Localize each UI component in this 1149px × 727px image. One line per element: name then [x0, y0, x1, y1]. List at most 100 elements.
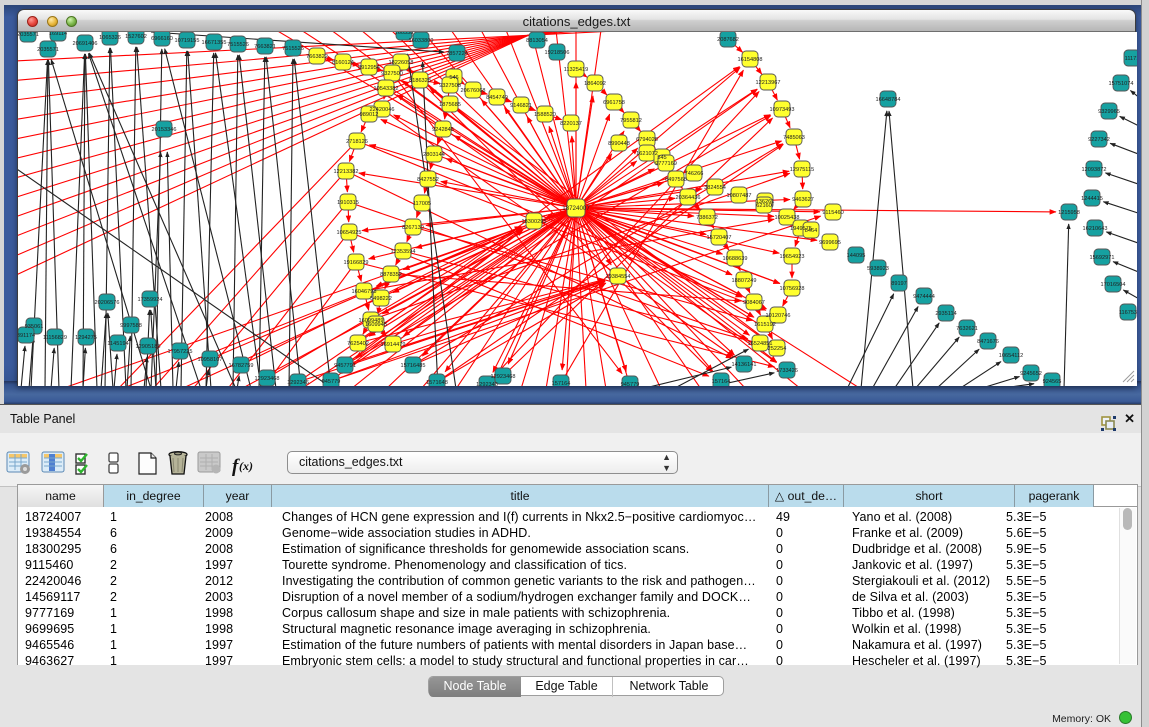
svg-text:9327500: 9327500: [381, 71, 403, 77]
svg-text:18724007: 18724007: [562, 205, 590, 212]
svg-text:18807249: 18807249: [732, 278, 757, 284]
svg-text:10120746: 10120746: [766, 313, 791, 319]
svg-text:1615192: 1615192: [754, 322, 776, 328]
svg-text:1588520: 1588520: [534, 112, 556, 118]
svg-text:9245652: 9245652: [1020, 371, 1042, 377]
svg-text:989012: 989012: [360, 112, 379, 118]
svg-text:7632621: 7632621: [956, 326, 978, 332]
svg-text:1733426: 1733426: [776, 368, 798, 374]
svg-text:19384554: 19384554: [606, 274, 631, 280]
svg-text:157164: 157164: [712, 379, 731, 385]
svg-text:16210643: 16210643: [1083, 226, 1108, 232]
svg-text:10807487: 10807487: [727, 193, 752, 199]
svg-text:17359924: 17359924: [138, 297, 163, 303]
svg-text:20364436: 20364436: [676, 195, 701, 201]
svg-text:6497568: 6497568: [665, 177, 687, 183]
svg-text:15720407: 15720407: [707, 235, 732, 241]
svg-text:169114: 169114: [49, 32, 67, 37]
svg-text:6966160: 6966160: [151, 36, 173, 42]
svg-text:19218506: 19218506: [545, 50, 570, 56]
svg-text:9227342: 9227342: [1088, 137, 1110, 143]
svg-text:18226058: 18226058: [389, 60, 414, 66]
svg-text:10973493: 10973493: [770, 107, 795, 113]
svg-text:16648784: 16648784: [876, 97, 901, 103]
svg-text:924565: 924565: [1043, 379, 1062, 385]
svg-text:8471676: 8471676: [977, 339, 999, 345]
svg-text:252254: 252254: [768, 346, 787, 352]
svg-text:12093872: 12093872: [1082, 167, 1107, 173]
svg-text:8427552: 8427552: [417, 177, 439, 183]
svg-text:117005: 117005: [413, 201, 431, 207]
svg-text:7625402: 7625402: [347, 341, 369, 347]
svg-text:8160124: 8160124: [332, 60, 354, 66]
svg-text:20676068: 20676068: [461, 88, 486, 94]
svg-text:1215958: 1215958: [1058, 210, 1080, 216]
svg-text:9463627: 9463627: [792, 197, 814, 203]
svg-text:8912954: 8912954: [358, 65, 380, 71]
svg-text:12353594: 12353594: [391, 249, 416, 255]
svg-text:19166829: 19166829: [344, 260, 369, 266]
svg-text:8186328: 8186328: [409, 78, 431, 84]
svg-text:160338: 160338: [395, 32, 414, 36]
svg-text:9327508: 9327508: [439, 83, 461, 89]
svg-text:2087682: 2087682: [717, 37, 739, 43]
svg-text:1571648: 1571648: [426, 380, 448, 386]
svg-text:16154808: 16154808: [738, 57, 763, 63]
svg-text:17957225: 17957225: [168, 349, 193, 355]
svg-text:10719155: 10719155: [175, 38, 200, 44]
svg-text:8813054: 8813054: [526, 38, 548, 44]
svg-text:746266: 746266: [685, 171, 704, 177]
svg-text:9146821: 9146821: [510, 103, 532, 109]
svg-text:12923468: 12923468: [491, 374, 516, 380]
svg-text:12213382: 12213382: [334, 169, 359, 175]
svg-text:546: 546: [449, 75, 458, 81]
svg-text:1145194: 1145194: [107, 341, 128, 347]
svg-text:1621072: 1621072: [636, 151, 658, 157]
svg-text:20691406: 20691406: [73, 41, 98, 47]
svg-text:10654112: 10654112: [999, 353, 1023, 359]
svg-text:18300295: 18300295: [522, 219, 547, 225]
svg-text:1527602: 1527602: [125, 34, 147, 40]
svg-text:16782759: 16782759: [229, 363, 254, 369]
svg-text:11325419: 11325419: [564, 67, 588, 73]
svg-text:10654925: 10654925: [337, 230, 362, 236]
svg-text:(x): (x): [239, 459, 253, 473]
svg-text:89197: 89197: [891, 281, 907, 287]
svg-text:7663822: 7663822: [306, 54, 328, 60]
svg-text:2935114: 2935114: [935, 311, 956, 317]
svg-text:9115460: 9115460: [822, 210, 843, 216]
svg-text:12213967: 12213967: [756, 80, 781, 86]
svg-text:8267130: 8267130: [402, 225, 424, 231]
svg-text:7955812: 7955812: [620, 118, 642, 124]
svg-text:10025438: 10025438: [775, 215, 800, 221]
svg-text:7663821: 7663821: [254, 44, 276, 50]
svg-text:19654923: 19654923: [780, 254, 805, 260]
svg-text:10756928: 10756928: [780, 286, 805, 292]
svg-text:144095: 144095: [847, 253, 866, 259]
svg-text:20153346: 20153346: [152, 127, 177, 133]
svg-text:3824554: 3824554: [704, 185, 726, 191]
svg-text:10688639: 10688639: [723, 256, 748, 262]
svg-text:16033809: 16033809: [409, 38, 434, 44]
svg-text:10958107: 10958107: [198, 357, 223, 363]
svg-text:62160: 62160: [756, 203, 772, 209]
svg-text:1864092: 1864092: [584, 81, 606, 87]
svg-text:7857224: 7857224: [446, 51, 468, 57]
svg-text:7515526: 7515526: [227, 42, 249, 48]
svg-text:2035571: 2035571: [18, 32, 39, 38]
svg-text:11171: 11171: [1125, 56, 1137, 62]
svg-text:935061: 935061: [25, 324, 44, 330]
svg-text:1875685: 1875685: [439, 102, 461, 108]
svg-text:1292346: 1292346: [476, 382, 498, 386]
svg-text:9777169: 9777169: [655, 161, 677, 167]
svg-text:2718126: 2718126: [346, 139, 368, 145]
svg-text:157164: 157164: [552, 381, 571, 386]
svg-text:1065326: 1065326: [99, 35, 121, 41]
svg-text:17016504: 17016504: [1101, 282, 1126, 288]
svg-text:20206576: 20206576: [95, 300, 120, 306]
svg-text:14136141: 14136141: [732, 362, 757, 368]
svg-text:7386372: 7386372: [696, 215, 718, 221]
svg-text:1294275: 1294275: [75, 335, 97, 341]
svg-text:12975115: 12975115: [790, 167, 814, 173]
svg-text:15692971: 15692971: [1090, 255, 1115, 261]
